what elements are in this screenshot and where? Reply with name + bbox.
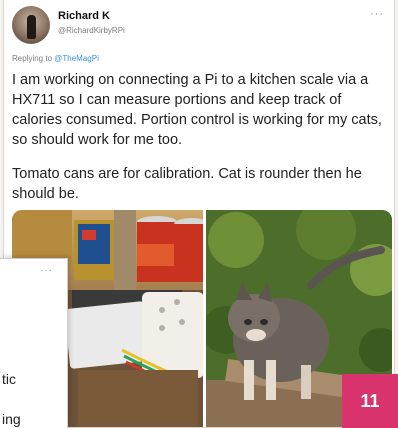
overlay-text-fragment-2: ing bbox=[2, 411, 21, 427]
author-avatar[interactable] bbox=[12, 6, 50, 44]
underlying-tweet-card: ··· tic ing bbox=[0, 258, 68, 428]
author-handle[interactable]: @RichardKirbyRPi bbox=[58, 26, 125, 35]
tweet-header: Richard K @RichardKirbyRPi ··· bbox=[12, 6, 388, 46]
overlay-more-options-icon[interactable]: ··· bbox=[40, 265, 53, 276]
replying-to: Replying to @TheMagPi bbox=[12, 54, 99, 63]
tweet-text: I am working on connecting a Pi to a kit… bbox=[12, 70, 394, 218]
replying-mention-link[interactable]: @TheMagPi bbox=[54, 54, 99, 63]
tweet-paragraph-2: Tomato cans are for calibration. Cat is … bbox=[12, 166, 362, 202]
page-number-badge: 11 bbox=[342, 374, 398, 428]
author-name[interactable]: Richard K bbox=[58, 10, 110, 22]
overlay-text-fragment-1: tic bbox=[2, 371, 16, 387]
tweet-paragraph-1: I am working on connecting a Pi to a kit… bbox=[12, 72, 382, 148]
more-options-icon[interactable]: ··· bbox=[370, 8, 384, 20]
replying-prefix: Replying to bbox=[12, 54, 53, 63]
tweet-media bbox=[12, 210, 392, 427]
